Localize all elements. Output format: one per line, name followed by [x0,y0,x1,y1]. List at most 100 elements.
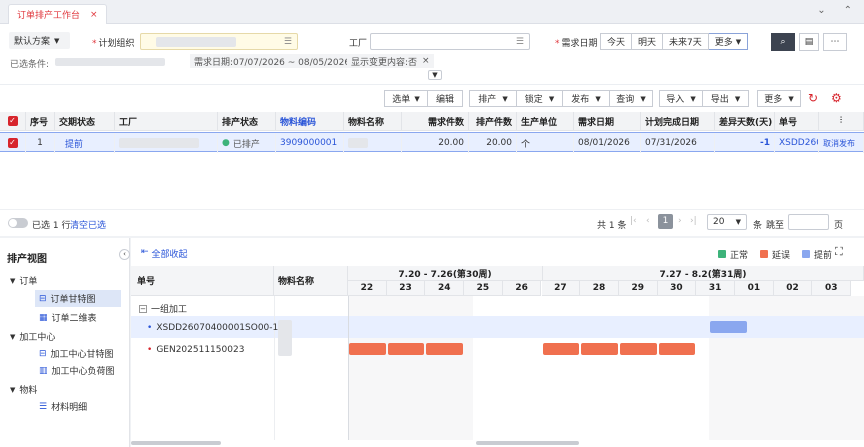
material-code[interactable]: 3909000001 [276,133,344,153]
day-header: 22 [348,281,387,296]
goto-label: 跳至 [766,221,785,231]
day-header: 03 [812,281,852,296]
column-header[interactable]: 物料名称 [344,112,402,131]
column-header[interactable]: 交期状态 [55,112,115,131]
next-page-icon[interactable]: › [678,216,682,226]
column-header[interactable]: 需求日期 [574,112,641,131]
column-header[interactable]: 排产件数 [469,112,517,131]
query-button[interactable]: 查询 ▼ [609,90,653,107]
column-header[interactable]: 需求件数 [402,112,469,131]
tree-item-order-gantt[interactable]: ⊟ 订单甘特图 [35,290,121,307]
more-button[interactable]: 更多 ▼ [757,90,801,107]
horizontal-scrollbar[interactable] [131,441,221,445]
redacted-material [278,320,292,356]
scheme-select[interactable]: 默认方案 ▼ [9,32,70,49]
gantt-bar-delayed[interactable] [581,343,618,355]
page-size-select[interactable]: 20 ▼ [707,214,747,230]
collapse-all-button[interactable]: ⇤ 全部收起 [141,247,188,260]
tree-item-order-matrix[interactable]: ▦ 订单二维表 [39,311,97,325]
column-header[interactable]: 生产单位 [517,112,574,131]
edit-button[interactable]: 编辑 [427,90,463,107]
column-header[interactable]: 物料编码 [276,112,344,131]
page-number[interactable]: 1 [658,214,673,229]
list-icon: ☰ [39,401,48,412]
condition-chip[interactable]: 显示变更内容:否 × [347,54,434,68]
today-button[interactable]: 今天 [600,33,633,50]
more-dates-button[interactable]: 更多 ▼ [708,33,749,50]
horizontal-scrollbar[interactable] [476,441,579,445]
gantt-icon: ⊟ [39,348,47,359]
lock-button[interactable]: 锁定 ▼ [516,90,563,107]
panel-title: 排产视图 [7,254,47,265]
table-row[interactable]: ✓ 1 提前 ● 已排产 3909000001 20.00 20.00 个 08/… [0,132,864,153]
refresh-icon[interactable]: ↻ [808,91,818,105]
schedule-status: ● 已排产 [218,133,276,153]
search-button[interactable]: ⌕ [771,33,795,51]
first-page-icon[interactable]: |‹ [630,216,637,226]
gantt-row-order[interactable]: • GEN202511150023 [147,345,244,355]
tree-item-wc-load[interactable]: ▥ 加工中心负荷图 [39,364,115,378]
goto-page-input[interactable] [788,214,829,230]
row-checkbox[interactable]: ✓ [0,133,26,153]
tree-item-wc-gantt[interactable]: ⊟ 加工中心甘特图 [39,347,114,361]
publish-button[interactable]: 发布 ▼ [562,90,610,107]
gantt-bar-delayed[interactable] [542,343,580,355]
collapse-panel-icon[interactable]: ‹ [119,249,130,260]
factory-input[interactable]: ☰ [370,33,530,50]
tree-group-material[interactable]: ▼ 物料 [10,383,37,397]
select-order-button[interactable]: 选单 ▼ [384,90,428,107]
list-icon[interactable]: ☰ [284,37,292,47]
order-no[interactable]: XSDD260 [775,133,819,153]
tree-item-material-detail[interactable]: ☰ 材料明细 [39,400,87,414]
filter-settings-button[interactable]: ▤ [799,33,819,51]
column-header[interactable]: 计划完成日期 [641,112,715,131]
day-header: 23 [386,281,426,296]
gantt-bar-delayed[interactable] [387,343,425,355]
column-header[interactable]: 序号 [26,112,55,131]
gantt-bar-delayed[interactable] [658,343,696,355]
clear-selection-link[interactable]: 清空已选 [70,218,106,231]
tomorrow-button[interactable]: 明天 [632,33,664,50]
day-header: 24 [425,281,465,296]
column-header[interactable]: 排产状态 [218,112,276,131]
delivery-status[interactable]: 提前 [55,133,115,153]
more-options-button[interactable]: ⋯ [823,33,847,51]
gantt-bar-delayed[interactable] [619,343,657,355]
cancel-publish-link[interactable]: 取消发布 [819,133,864,153]
filter-panel: 默认方案 ▼ * 计划组织 ☰ 工厂 ☰ * 需求日期 今天 明天 未来7天 更多 ▼… [0,24,864,84]
plan-org-input[interactable]: ☰ [140,33,298,50]
toggle-switch[interactable] [8,218,28,228]
schedule-button[interactable]: 排产 ▼ [469,90,517,107]
column-settings-icon[interactable]: ⫶ [819,112,864,131]
gantt-bar-delayed[interactable] [349,343,386,355]
chevron-down-icon[interactable]: ▼ [428,70,442,80]
column-header[interactable]: 单号 [775,112,819,131]
close-icon[interactable]: × [90,10,98,20]
tree-group-work-center[interactable]: ▼ 加工中心 [10,330,55,344]
export-button[interactable]: 导出 ▼ [702,90,749,107]
tab-bar: 订单排产工作台 × ⌄ ⌃ [0,0,864,24]
list-icon[interactable]: ☰ [516,37,524,47]
fullscreen-icon[interactable]: ⛶ [835,245,843,259]
gantt-bar-delayed[interactable] [426,343,464,355]
group-row[interactable]: − 一组加工 [139,302,187,315]
legend-early: 提前 [802,248,832,261]
column-header[interactable]: 差异天数(天) [715,112,775,131]
collapse-icon[interactable]: ⌄ [817,5,825,16]
prev-page-icon[interactable]: ‹ [646,216,650,226]
ellipsis-icon: ⋯ [830,37,840,47]
tab-order-scheduling[interactable]: 订单排产工作台 × [8,4,107,24]
gantt-row-order[interactable]: • XSDD26070400001SO00-10 [147,323,284,333]
condition-chip[interactable]: 需求日期:07/07/2026 ~ 08/05/2026× [190,54,367,68]
import-button[interactable]: 导入 ▼ [659,90,703,107]
next-7-days-button[interactable]: 未来7天 [663,33,709,50]
column-header[interactable]: 工厂 [115,112,218,131]
select-all-checkbox[interactable]: ✓ [0,112,26,131]
gantt-bar-early[interactable] [710,321,747,333]
legend-delayed: 延误 [760,248,790,261]
expand-icon[interactable]: ⌃ [844,5,852,16]
redacted-condition [55,58,165,66]
tree-group-order[interactable]: ▼ 订单 [10,274,37,288]
last-page-icon[interactable]: ›| [690,216,697,226]
settings-icon[interactable]: ⚙ [831,91,842,105]
